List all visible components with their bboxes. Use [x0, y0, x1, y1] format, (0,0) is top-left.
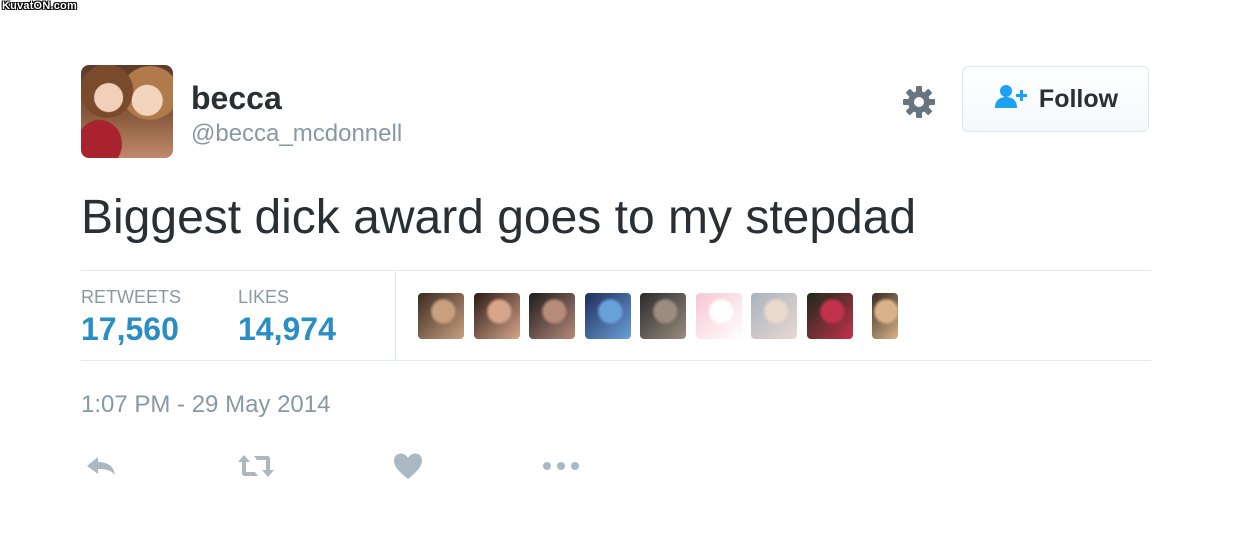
liker-avatar-3[interactable]: [529, 293, 575, 339]
follow-button[interactable]: Follow: [962, 66, 1149, 132]
divider-top: [81, 270, 1151, 271]
follow-label: Follow: [1038, 84, 1119, 113]
more-icon[interactable]: [541, 450, 581, 482]
liker-avatar-4[interactable]: [584, 293, 631, 339]
gear-icon[interactable]: [901, 84, 937, 120]
retweet-icon[interactable]: [236, 450, 276, 482]
liker-avatar-8[interactable]: [806, 293, 853, 339]
liker-avatar-5[interactable]: [640, 293, 686, 339]
add-user-icon: [993, 83, 1029, 116]
liker-avatar-6[interactable]: [695, 293, 742, 339]
heart-icon[interactable]: [388, 450, 428, 482]
divider-bottom: [81, 360, 1151, 361]
retweets-count[interactable]: 17,560: [81, 311, 179, 348]
reply-icon[interactable]: [81, 450, 121, 482]
tweet-text: Biggest dick award goes to my stepdad: [81, 191, 917, 244]
timestamp[interactable]: 1:07 PM - 29 May 2014: [81, 391, 330, 419]
retweets-label: RETWEETS: [81, 287, 182, 307]
likes-label: LIKES: [238, 287, 290, 307]
watermark: KuvatON.com: [2, 0, 77, 12]
stats-divider: [395, 271, 396, 361]
liker-avatar-2[interactable]: [473, 293, 520, 339]
liker-avatar-7[interactable]: [751, 293, 797, 339]
liker-avatar-1[interactable]: [418, 293, 464, 339]
user-handle[interactable]: @becca_mcdonnell: [191, 120, 402, 148]
display-name[interactable]: becca: [191, 80, 282, 117]
liker-avatar-9[interactable]: [872, 293, 898, 339]
likes-count[interactable]: 14,974: [238, 311, 336, 348]
avatar[interactable]: [81, 65, 173, 158]
